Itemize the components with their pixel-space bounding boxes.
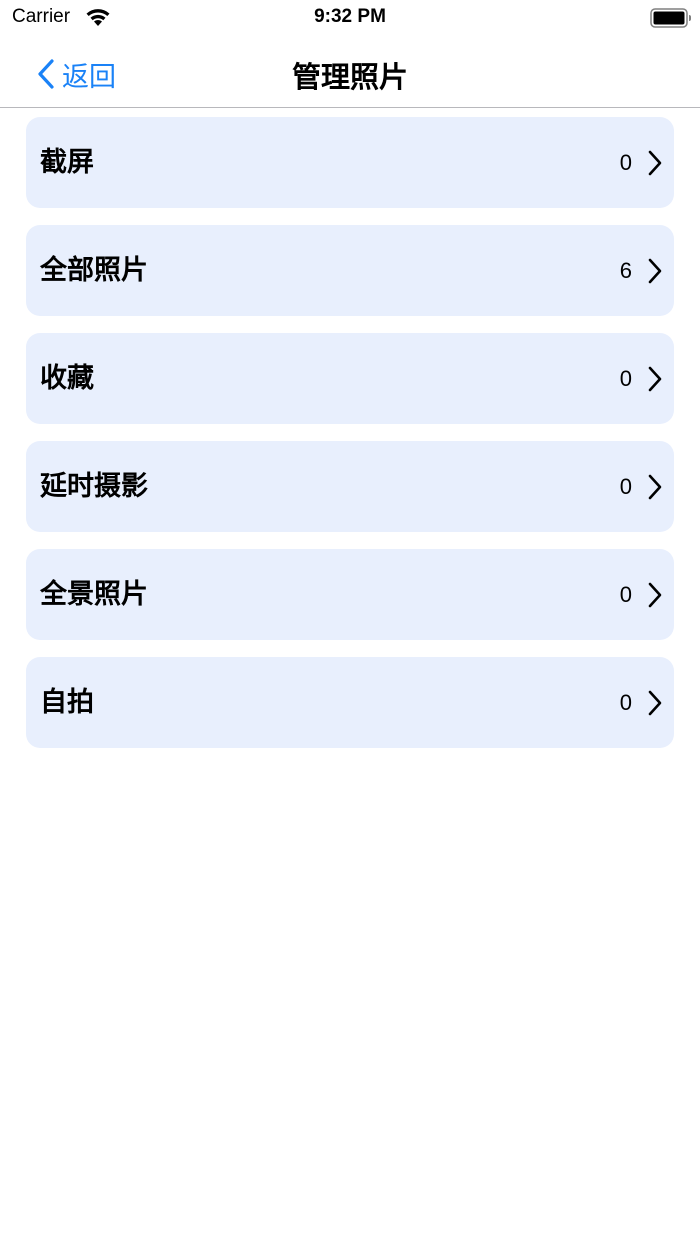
album-label: 截屏 xyxy=(40,147,94,178)
battery-icon xyxy=(650,8,691,28)
album-item-panoramas[interactable]: 全景照片 0 xyxy=(26,549,674,640)
status-bar: Carrier 9:32 PM xyxy=(0,0,700,36)
chevron-right-icon xyxy=(648,366,662,392)
album-count: 0 xyxy=(619,690,632,715)
chevron-right-icon xyxy=(648,150,662,176)
chevron-right-icon xyxy=(648,690,662,716)
album-label: 延时摄影 xyxy=(40,471,148,502)
chevron-right-icon xyxy=(648,474,662,500)
chevron-right-icon xyxy=(648,258,662,284)
album-item-selfies[interactable]: 自拍 0 xyxy=(26,657,674,748)
album-count: 0 xyxy=(619,474,632,499)
album-count: 0 xyxy=(619,150,632,175)
album-item-favorites[interactable]: 收藏 0 xyxy=(26,333,674,424)
page-title: 管理照片 xyxy=(291,60,408,94)
album-count: 0 xyxy=(619,366,632,391)
album-item-timelapse[interactable]: 延时摄影 0 xyxy=(26,441,674,532)
album-item-screenshots[interactable]: 截屏 0 xyxy=(26,117,674,208)
album-item-all-photos[interactable]: 全部照片 6 xyxy=(26,225,674,316)
clock: 9:32 PM xyxy=(314,6,386,27)
album-label: 自拍 xyxy=(40,687,94,718)
album-count: 6 xyxy=(619,258,632,283)
album-label: 全部照片 xyxy=(40,255,148,286)
album-list: 截屏 0 全部照片 6 收藏 0 延时摄影 0 全景照片 0 自拍 0 xyxy=(26,117,674,765)
album-count: 0 xyxy=(619,582,632,607)
album-label: 全景照片 xyxy=(40,579,148,610)
navigation-bar: 返回 管理照片 xyxy=(0,36,700,108)
chevron-right-icon xyxy=(648,582,662,608)
album-label: 收藏 xyxy=(40,363,94,394)
